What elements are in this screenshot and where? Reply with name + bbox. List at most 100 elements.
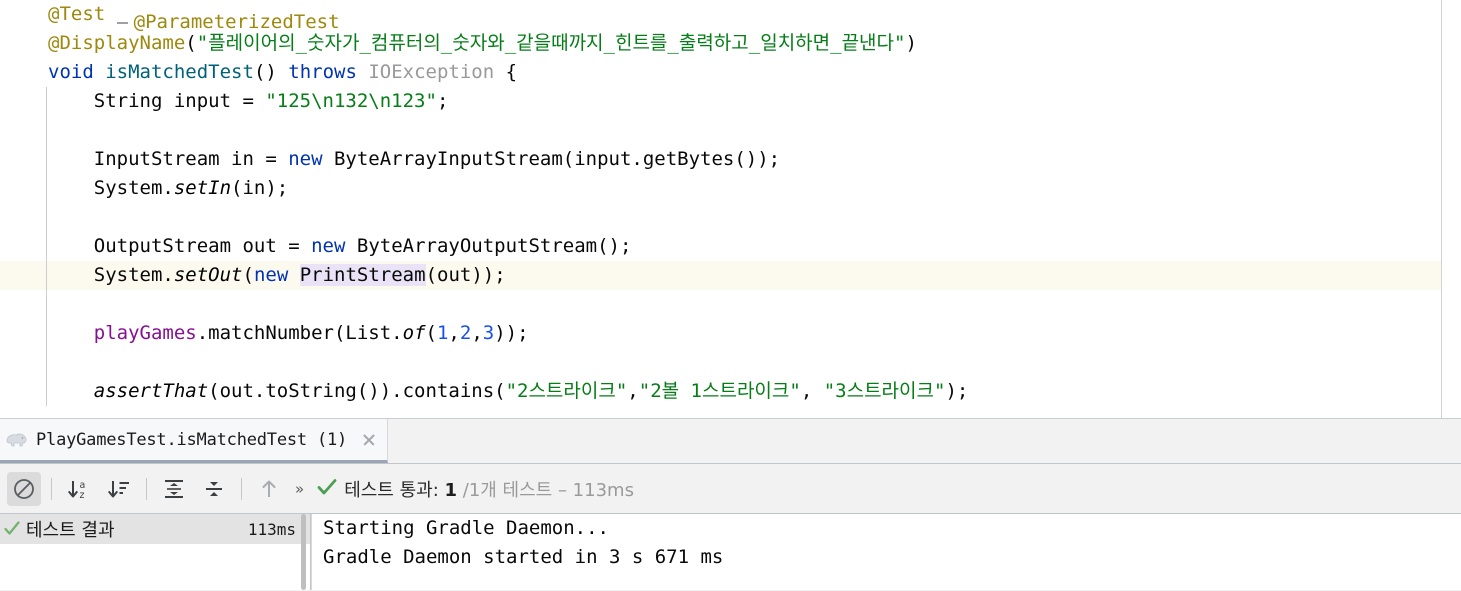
code-token: "125\n132\n123" bbox=[265, 90, 437, 112]
code-token: ( bbox=[425, 322, 437, 344]
close-icon[interactable] bbox=[361, 432, 377, 448]
code-token: , bbox=[471, 322, 483, 344]
line-method-signature[interactable]: void isMatchedTest() throws IOException … bbox=[0, 58, 1441, 87]
test-results-area: 테스트 결과 113ms Starting Gradle Daemon... G… bbox=[0, 514, 1461, 590]
code-token: playGames bbox=[93, 322, 197, 344]
expand-all-icon bbox=[165, 479, 183, 498]
sort-duration-icon bbox=[108, 480, 129, 497]
code-token: ByteArrayInputStream(input.getBytes()); bbox=[322, 148, 781, 170]
sort-by-duration-button[interactable] bbox=[102, 472, 136, 506]
code-token: setOut bbox=[173, 264, 243, 286]
run-tool-window: PlayGamesTest.isMatchedTest (1) a z » 테스… bbox=[0, 418, 1461, 591]
code-editor[interactable]: @ParameterizedTest @Test @DisplayName("플레… bbox=[0, 0, 1461, 418]
code-token: "2볼 1스트라이크" bbox=[638, 380, 801, 402]
previous-occurrence-button[interactable] bbox=[252, 472, 286, 506]
line-assertthat[interactable]: assertThat(out.toString()).contains("2스트… bbox=[0, 377, 1441, 406]
status-passed-count: 1 bbox=[444, 479, 458, 501]
line-blank-3[interactable] bbox=[0, 290, 1441, 319]
toolbar-separator bbox=[241, 477, 242, 500]
editor-right-divider bbox=[1441, 0, 1442, 418]
console-gutter-divider bbox=[311, 514, 312, 590]
test-status-summary: 테스트 통과: 1 /1개 테스트 – 113ms bbox=[317, 476, 634, 502]
console-line: Gradle Daemon started in 3 s 671 ms bbox=[323, 546, 724, 568]
code-token: System. bbox=[48, 177, 174, 199]
code-token: void bbox=[48, 61, 94, 83]
code-token: new bbox=[288, 148, 323, 170]
code-token: assertThat bbox=[93, 380, 209, 402]
code-token: "플레이어의_숫자가_컴퓨터의_숫자와_같을때까지_힌트를_출력하고_일치하면_… bbox=[196, 32, 906, 54]
code-token: ) bbox=[905, 32, 917, 54]
code-token: ( bbox=[242, 264, 254, 286]
line-annotation-displayname[interactable]: @DisplayName("플레이어의_숫자가_컴퓨터의_숫자와_같을때까지_힌… bbox=[0, 29, 1441, 58]
code-token: (out.toString()).contains( bbox=[208, 380, 506, 402]
line-inputstream[interactable]: InputStream in = new ByteArrayInputStrea… bbox=[0, 145, 1441, 174]
code-token: IOException bbox=[368, 61, 495, 83]
code-token: PrintStream bbox=[299, 264, 426, 286]
code-token: new bbox=[253, 264, 289, 286]
code-token: ( bbox=[185, 32, 197, 54]
code-token: new bbox=[311, 235, 346, 257]
code-token: throws bbox=[288, 61, 357, 83]
line-playgames-matchnumber[interactable]: playGames.matchNumber(List.of(1,2,3)); bbox=[0, 319, 1441, 348]
rerun-failed-tests-button[interactable] bbox=[7, 471, 41, 506]
line-blank-2[interactable] bbox=[0, 203, 1441, 232]
line-outputstream[interactable]: OutputStream out = new ByteArrayOutputSt… bbox=[0, 232, 1441, 261]
line-system-setin[interactable]: System.setIn(in); bbox=[0, 174, 1441, 203]
code-token: , bbox=[800, 380, 824, 402]
svg-text:z: z bbox=[80, 490, 85, 501]
status-prefix: 테스트 통과: bbox=[344, 479, 445, 501]
line-blank-4[interactable] bbox=[0, 348, 1441, 377]
console-line: Starting Gradle Daemon... bbox=[323, 517, 609, 539]
line-system-setout[interactable]: System.setOut(new PrintStream(out)); bbox=[0, 261, 1441, 290]
code-token: 1 bbox=[436, 322, 449, 344]
code-token: String input = bbox=[48, 90, 266, 112]
sort-alphabetically-button[interactable]: a z bbox=[62, 472, 96, 506]
gradle-elephant-icon bbox=[6, 431, 28, 449]
test-tree-panel[interactable]: 테스트 결과 113ms bbox=[0, 514, 311, 590]
run-tab-label: PlayGamesTest.isMatchedTest (1) bbox=[36, 429, 348, 450]
code-token: 3 bbox=[482, 322, 495, 344]
toolbar-separator bbox=[146, 477, 147, 500]
run-configuration-tab[interactable]: PlayGamesTest.isMatchedTest (1) bbox=[0, 419, 389, 463]
test-tree-label: 테스트 결과 bbox=[26, 520, 115, 541]
code-token: (in); bbox=[231, 177, 289, 199]
code-token: InputStream in = bbox=[48, 148, 289, 170]
status-suffix: /1개 테스트 – 113ms bbox=[457, 479, 634, 501]
code-token: setIn bbox=[173, 177, 232, 199]
code-lines[interactable]: @Test @DisplayName("플레이어의_숫자가_컴퓨터의_숫자와_같을… bbox=[0, 0, 1441, 418]
circle-slash-icon bbox=[14, 478, 34, 499]
code-token: OutputStream out = bbox=[48, 235, 312, 257]
test-tree-row-root[interactable]: 테스트 결과 113ms bbox=[0, 514, 310, 544]
code-token: "3스트라이크" bbox=[823, 380, 946, 402]
code-token: .matchNumber(List. bbox=[196, 322, 403, 344]
expand-all-button[interactable] bbox=[157, 472, 191, 506]
test-runner-toolbar: a z » 테스트 통과: 1 /1개 테스트 – 113ms bbox=[0, 464, 1461, 514]
green-check-icon bbox=[317, 478, 337, 496]
code-token: @DisplayName bbox=[48, 32, 186, 54]
sort-az-icon: a z bbox=[68, 480, 85, 501]
code-token: "2스트라이크" bbox=[505, 380, 628, 402]
code-token: () bbox=[253, 61, 289, 83]
toolbar-separator bbox=[51, 477, 52, 500]
collapse-all-icon bbox=[206, 481, 222, 496]
line-annotation-test[interactable]: @Test bbox=[0, 0, 1441, 29]
code-token: System. bbox=[48, 264, 174, 286]
code-token: ); bbox=[945, 380, 969, 402]
code-token: isMatchedTest bbox=[105, 61, 254, 83]
line-string-input[interactable]: String input = "125\n132\n123"; bbox=[0, 87, 1441, 116]
code-token: (out)); bbox=[425, 264, 506, 286]
test-tree-duration: 113ms bbox=[247, 519, 296, 539]
code-token: @Test bbox=[48, 3, 106, 25]
arrow-up-icon bbox=[262, 480, 276, 497]
run-tab-strip: PlayGamesTest.isMatchedTest (1) bbox=[0, 419, 1461, 464]
toolbar-overflow-button[interactable]: » bbox=[289, 480, 309, 498]
tree-scrollbar[interactable] bbox=[301, 514, 306, 590]
collapse-all-button[interactable] bbox=[197, 472, 231, 506]
test-console-output[interactable]: Starting Gradle Daemon... Gradle Daemon … bbox=[311, 514, 1461, 590]
code-token: , bbox=[627, 380, 639, 402]
code-token: , bbox=[448, 322, 460, 344]
line-blank-1[interactable] bbox=[0, 116, 1441, 145]
